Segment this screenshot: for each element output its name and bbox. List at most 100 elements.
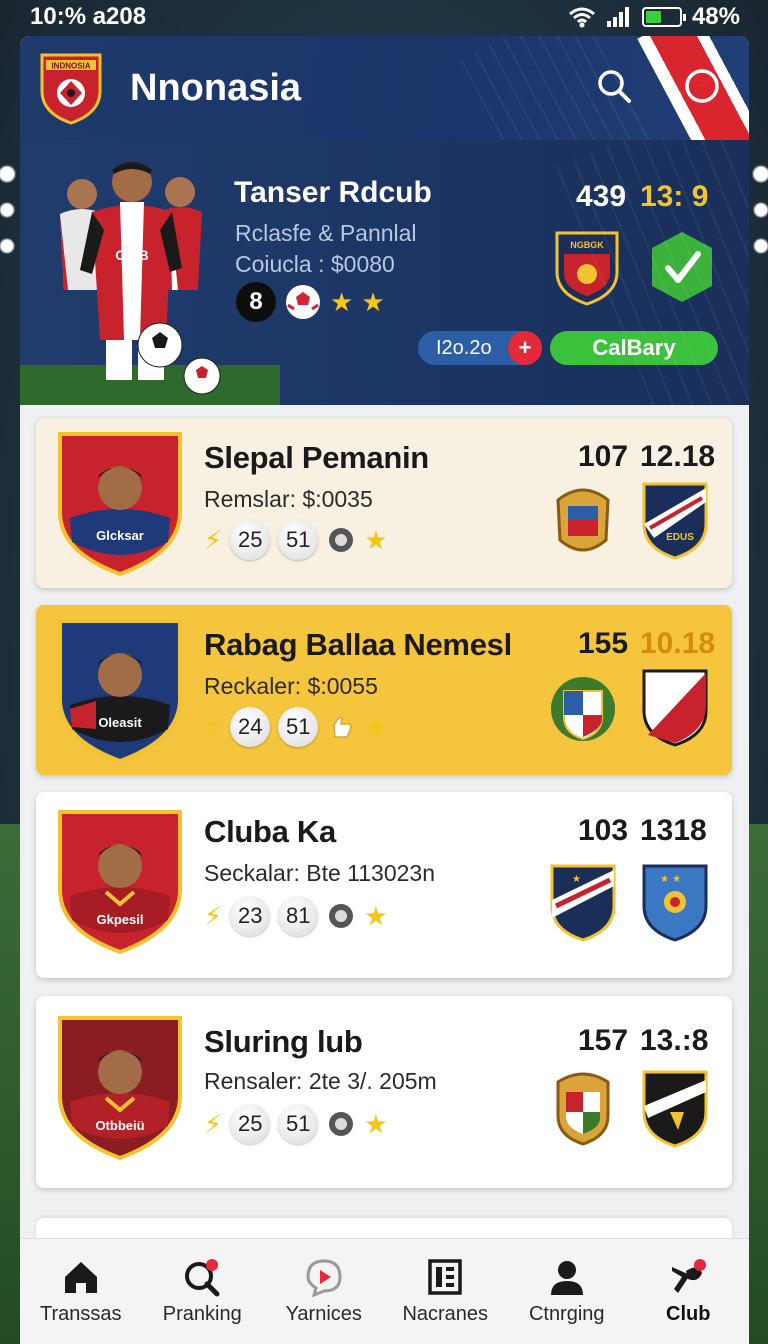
bolt-icon: ⚡ (204, 1108, 223, 1139)
stadium-lights (0, 150, 20, 270)
profile-button[interactable] (682, 66, 722, 106)
featured-transfer-banner[interactable]: GLIB Tanser Rdcub Rclasfe & Pannlal Coiu… (20, 140, 749, 405)
stadium-lights (748, 150, 768, 270)
club-stats: ⚡ 24 51 ★ (204, 707, 388, 747)
bottom-nav: Transsas Pranking Yarnices Nacranes Ctnr… (20, 1238, 749, 1344)
club-subtitle: Rensaler: 2te 3/. 205m (204, 1068, 437, 1094)
news-icon (428, 1259, 462, 1295)
club-card[interactable]: Gkpesil Cluba Ka Seckalar: Bte 113023n ⚡… (36, 792, 732, 978)
club-list: Glcksar Slepal Pemanin Remslar: $:0035 ⚡… (36, 418, 732, 1205)
cta-button[interactable]: CalBary (550, 331, 718, 365)
search-button[interactable] (594, 66, 634, 106)
club-crest-icon[interactable] (640, 1066, 710, 1148)
nav-item-ctnrging[interactable]: Ctnrging (508, 1257, 626, 1326)
star-icon: ★ (364, 712, 388, 742)
play-bubble-icon (306, 1259, 342, 1297)
hero-time: 13: 9 (640, 180, 709, 213)
nav-item-pranking[interactable]: Pranking (143, 1257, 261, 1326)
club-stats: ⚡ 23 81 ★ (204, 896, 388, 936)
stat-chip: 23 (230, 896, 271, 936)
hero-score: 439 (576, 180, 627, 213)
club-name: Sluring lub (204, 1024, 363, 1059)
club-subtitle: Remslar: $:0035 (204, 486, 373, 512)
club-value: 1318 (640, 814, 707, 847)
signal-icon (606, 7, 629, 27)
hero-badges: 8 ★ ★ (236, 282, 385, 322)
nav-label: Yarnices (285, 1303, 362, 1325)
club-stats: ⚡ 25 51 ★ (204, 1104, 388, 1144)
club-rating: 157 (578, 1024, 629, 1057)
club-value: 13.:8 (640, 1024, 709, 1057)
star-icon: ★ (364, 525, 388, 555)
hero-price: Coiucla : $0080 (235, 251, 395, 277)
battery-level (645, 11, 662, 23)
hero-title: Tanser Rdcub (234, 176, 432, 209)
ball-icon (329, 904, 354, 928)
club-card[interactable]: Oleasit Rabag Ballaa Nemesl Reckaler: $:… (36, 605, 732, 775)
stat-chip: 81 (278, 896, 319, 936)
nav-label: Nacranes (402, 1303, 489, 1325)
club-crest-icon[interactable] (548, 480, 618, 562)
crest-text: EDUS (666, 532, 694, 543)
club-crest-icon[interactable] (548, 1066, 618, 1148)
nav-label: Transsas (39, 1303, 122, 1325)
timer-icon (685, 69, 719, 103)
club-crest-icon[interactable] (548, 667, 618, 749)
bolt-icon: ⚡ (204, 900, 223, 931)
battery-icon (641, 7, 686, 27)
club-value: 10.18 (640, 627, 716, 660)
search-ball-icon (185, 1259, 220, 1297)
nav-item-yarnices[interactable]: Yarnices (265, 1257, 383, 1326)
svg-text:GLIB: GLIB (115, 247, 148, 263)
star-icon: ★ (330, 287, 354, 317)
number-badge: 8 (236, 282, 276, 322)
logo-text: INDNOSIA (51, 62, 90, 71)
svg-text:★ ★: ★ ★ (660, 874, 681, 885)
hero-crest-text: NGBGK (570, 240, 604, 250)
club-name: Slepal Pemanin (204, 440, 429, 475)
football-icon (286, 285, 320, 319)
whistle-icon (672, 1259, 707, 1293)
club-crest-icon: NGBGK (555, 231, 619, 306)
nav-item-nacranes[interactable]: Nacranes (386, 1257, 504, 1326)
user-icon (550, 1261, 583, 1295)
jersey-text: Oleasit (98, 715, 142, 730)
star-icon: ★ (364, 901, 388, 931)
club-rating: 155 (578, 627, 629, 660)
battery-percent: 48% (691, 3, 740, 30)
club-name: Rabag Ballaa Nemesl (204, 627, 512, 662)
bolt-icon: ⚡ (204, 524, 223, 555)
jersey-text: Otbbeiü (95, 1118, 144, 1133)
club-card[interactable]: Otbbeiü Sluring lub Rensaler: 2te 3/. 20… (36, 996, 732, 1188)
club-card[interactable]: Glcksar Slepal Pemanin Remslar: $:0035 ⚡… (36, 418, 732, 588)
status-bar: 10:% a208 48% (0, 0, 768, 34)
thumb-icon (333, 716, 352, 738)
nav-item-transsas[interactable]: Transsas (22, 1257, 140, 1326)
ball-icon (329, 528, 354, 552)
status-icons: 48% (568, 3, 740, 31)
club-crest-logo[interactable]: INDNOSIA (38, 51, 104, 125)
star-icon: ★ (364, 1109, 388, 1139)
player-avatar: Gkpesil (58, 810, 182, 954)
club-crest-icon[interactable]: ★ (548, 860, 618, 942)
stat-chip: 25 (230, 520, 271, 560)
star-icon: ★ (361, 287, 385, 317)
status-time: 10:% a208 (30, 3, 147, 30)
club-value: 12.18 (640, 440, 716, 473)
player-avatar: Glcksar (58, 432, 182, 576)
add-button[interactable]: + (508, 331, 542, 365)
club-crest-icon[interactable]: ★ ★ (640, 860, 710, 942)
bolt-icon: ⚡ (204, 711, 223, 742)
ball-icon (329, 1112, 354, 1136)
club-crest-icon[interactable]: EDUS (640, 478, 710, 560)
nav-item-club[interactable]: Club (629, 1257, 747, 1326)
app-title: Nnonasia (130, 66, 302, 109)
check-shield-icon[interactable] (648, 230, 716, 304)
club-rating: 103 (578, 814, 629, 847)
app-window: INDNOSIA Nnonasia GLIB Tanser Rdcub Rcla… (20, 36, 749, 1344)
stat-chip: 51 (278, 707, 319, 747)
stat-chip: 51 (278, 520, 319, 560)
club-name: Cluba Ka (204, 814, 336, 849)
app-header: INDNOSIA Nnonasia (20, 36, 749, 140)
club-crest-icon[interactable] (640, 665, 710, 747)
